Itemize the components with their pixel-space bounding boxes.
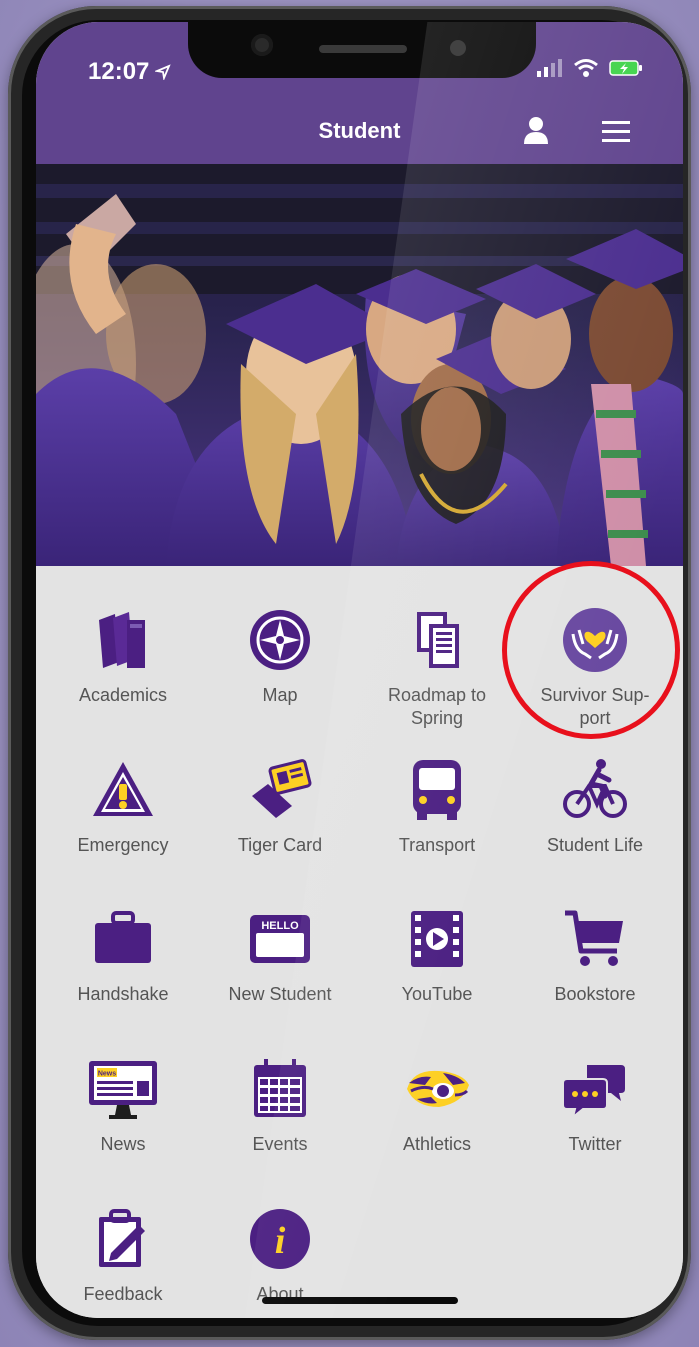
status-time: 12:07 [88, 58, 172, 86]
hello-badge-icon: HELLO [250, 915, 310, 963]
svg-text:i: i [275, 1220, 286, 1262]
tile-roadmap[interactable]: Roadmap to Spring [357, 580, 517, 728]
warning-icon [93, 762, 153, 816]
tile-label: Roadmap to Spring [387, 685, 487, 728]
tile-label: Student Life [546, 835, 644, 855]
speaker [319, 45, 407, 53]
briefcase-icon [95, 911, 151, 963]
user-icon[interactable] [523, 116, 549, 144]
cyclist-icon [563, 759, 627, 818]
news-monitor-icon: News [89, 1061, 157, 1119]
sensor [450, 40, 466, 56]
tile-label: Tiger Card [237, 835, 323, 855]
tile-label: New Student [228, 984, 332, 1004]
tile-emergency[interactable]: Emergency [43, 730, 203, 870]
tile-label: Transport [398, 835, 476, 855]
tile-student-life[interactable]: Student Life [515, 730, 675, 870]
highlight-circle [502, 561, 680, 739]
phone-notch [188, 22, 536, 78]
tile-label: Academics [78, 685, 168, 705]
location-arrow-icon [155, 64, 172, 80]
svg-text:News: News [98, 1071, 116, 1078]
tile-label: Athletics [402, 1134, 472, 1154]
tile-athletics[interactable]: Athletics [357, 1029, 517, 1169]
cart-icon [565, 910, 623, 966]
tile-events[interactable]: Events [200, 1029, 360, 1169]
tile-label: Map [262, 685, 298, 705]
tile-transport[interactable]: Transport [357, 730, 517, 870]
battery-charging-icon [609, 60, 642, 76]
status-time-text: 12:07 [88, 58, 150, 85]
bus-icon [413, 760, 461, 820]
tile-label: Handshake [77, 984, 169, 1004]
tile-tiger-card[interactable]: Tiger Card [200, 730, 360, 870]
tile-label: News [100, 1134, 146, 1154]
compass-icon [250, 610, 310, 670]
tile-twitter[interactable]: Twitter [515, 1029, 675, 1169]
wifi-icon [574, 59, 598, 77]
menu-icon[interactable] [602, 120, 630, 142]
hero-photo [36, 164, 683, 566]
id-card-icon [252, 759, 312, 818]
tile-label: YouTube [401, 984, 473, 1004]
tile-label: Feedback [83, 1284, 163, 1304]
tile-youtube[interactable]: YouTube [357, 879, 517, 1019]
tile-feedback[interactable]: Feedback [43, 1179, 203, 1318]
tile-academics[interactable]: Academics [43, 580, 203, 720]
tile-map[interactable]: Map [200, 580, 360, 720]
tile-bookstore[interactable]: Bookstore [515, 879, 675, 1019]
status-icons [537, 58, 643, 78]
svg-text:HELLO: HELLO [261, 920, 299, 932]
video-icon [411, 911, 463, 967]
tile-label: Events [252, 1134, 308, 1154]
graduates-selfie-image [36, 164, 683, 566]
calendar-icon [254, 1059, 306, 1117]
tile-label: Emergency [77, 835, 169, 855]
tile-news[interactable]: News News [43, 1029, 203, 1169]
tile-new-student[interactable]: HELLO New Student [200, 879, 360, 1019]
books-icon [99, 612, 145, 668]
documents-icon [417, 612, 459, 668]
tile-label: Twitter [568, 1134, 622, 1154]
signal-icon [537, 59, 562, 77]
page-title: Student [318, 118, 401, 143]
home-indicator[interactable] [262, 1297, 458, 1304]
info-icon: i [250, 1209, 310, 1269]
chat-bubbles-icon [562, 1065, 625, 1120]
tile-handshake[interactable]: Handshake [43, 879, 203, 1019]
tiger-eye-icon [407, 1070, 469, 1107]
clipboard-edit-icon [99, 1209, 145, 1267]
camera [251, 34, 273, 56]
tile-label: Bookstore [554, 984, 636, 1004]
